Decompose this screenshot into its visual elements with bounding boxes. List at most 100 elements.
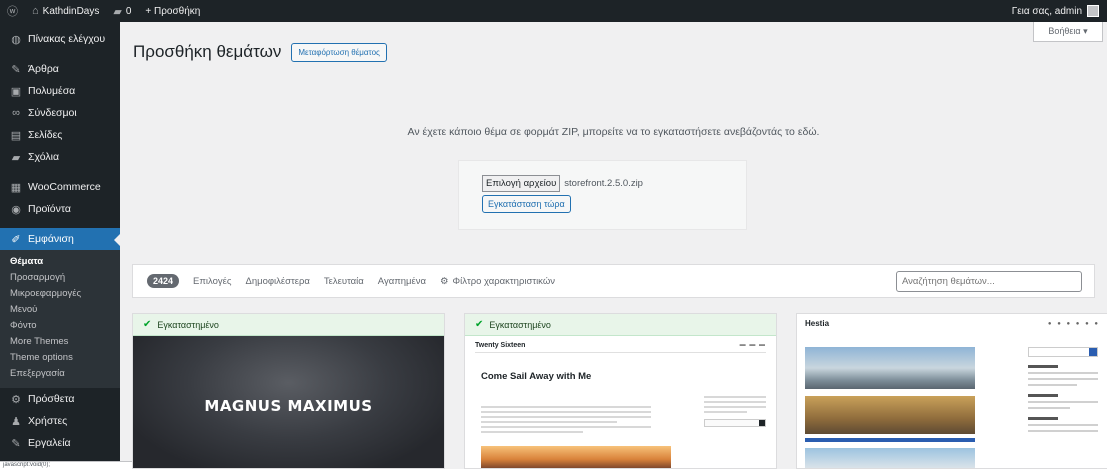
- sidebar-item-dashboard[interactable]: ◍ Πίνακας ελέγχου: [0, 28, 120, 50]
- installed-notice: ✔ Εγκαταστημένο: [133, 314, 444, 336]
- filter-popular[interactable]: Δημοφιλέστερα: [246, 276, 310, 287]
- choose-file-button[interactable]: Επιλογή αρχείου: [482, 175, 561, 192]
- sidebar-item-label: Εμφάνιση: [28, 233, 74, 245]
- tools-icon: ✎: [11, 437, 21, 450]
- submenu-item-theme-options[interactable]: Theme options: [0, 350, 120, 366]
- screenshot-nav: ▬ ▬ ▬: [739, 342, 766, 348]
- screenshot-post-title: Come Sail Away with Me: [481, 371, 592, 382]
- wordpress-logo-button[interactable]: ⓦ: [0, 0, 25, 22]
- selected-file-name: storefront.2.5.0.zip: [564, 178, 643, 189]
- heading-row: Προσθήκη θεμάτων Μεταφόρτωση θέματος: [133, 42, 387, 62]
- screenshot-sidebar: [704, 396, 766, 427]
- installed-label: Εγκαταστημένο: [157, 319, 219, 330]
- comments-icon: ▰: [11, 151, 21, 164]
- site-name-link[interactable]: ⌂ KathdinDays: [25, 0, 106, 22]
- screenshot-header: Twenty Sixteen ▬ ▬ ▬: [475, 342, 766, 353]
- sidebar-item-label: Προϊόντα: [28, 203, 71, 215]
- theme-card[interactable]: ✔ Εγκαταστημένο MAGNUS MAXIMUS: [132, 313, 445, 469]
- sidebar-item-media[interactable]: ▣ Πολυμέσα: [0, 80, 120, 102]
- submenu-item-background[interactable]: Φόντο: [0, 318, 120, 334]
- sidebar-item-appearance[interactable]: ✐ Εμφάνιση: [0, 228, 120, 250]
- sidebar-item-label: Πίνακας ελέγχου: [28, 33, 106, 45]
- submenu-item-menus[interactable]: Μενού: [0, 302, 120, 318]
- dashboard-icon: ◍: [11, 33, 21, 46]
- theme-screenshot: Hestia ● ● ● ● ● ●: [797, 314, 1107, 468]
- screenshot-brand: Twenty Sixteen: [475, 342, 526, 349]
- theme-card[interactable]: Hestia ● ● ● ● ● ●: [796, 313, 1107, 469]
- theme-count-badge: 2424: [147, 274, 180, 288]
- plugins-icon: ⚙: [11, 393, 21, 406]
- appearance-submenu: Θέματα Προσαρμογή Μικροεφαρμογές Μενού Φ…: [0, 250, 120, 388]
- file-row: Επιλογή αρχείου storefront.2.5.0.zip: [482, 175, 746, 192]
- greeting: Γεια σας, admin: [1011, 5, 1082, 17]
- screenshot-text-lines: [481, 406, 651, 436]
- sidebar-item-pages[interactable]: ▤ Σελίδες: [0, 124, 120, 146]
- sidebar-item-label: Χρήστες: [28, 415, 68, 427]
- checkmark-icon: ✔: [143, 319, 152, 330]
- theme-screenshot: MAGNUS MAXIMUS: [133, 336, 444, 468]
- theme-filter-bar: 2424 Επιλογές Δημοφιλέστερα Τελευταία Αγ…: [132, 264, 1095, 298]
- new-content-link[interactable]: + Προσθήκη: [138, 0, 207, 22]
- sidebar-item-tools[interactable]: ✎ Εργαλεία: [0, 432, 120, 454]
- sidebar-item-users[interactable]: ♟ Χρήστες: [0, 410, 120, 432]
- sidebar-item-posts[interactable]: ✎ Άρθρα: [0, 58, 120, 80]
- sidebar-item-label: Σελίδες: [28, 129, 63, 141]
- filter-favorites[interactable]: Αγαπημένα: [378, 276, 426, 287]
- submenu-item-widgets[interactable]: Μικροεφαρμογές: [0, 286, 120, 302]
- upload-instructions: Αν έχετε κάποιο θέμα σε φορμάτ ZIP, μπορ…: [407, 126, 820, 138]
- filter-featured[interactable]: Επιλογές: [193, 276, 231, 287]
- pages-icon: ▤: [10, 129, 22, 142]
- appearance-icon: ✐: [11, 233, 21, 246]
- products-icon: ◉: [11, 203, 21, 216]
- main-content: Βοήθεια ▾ Προσθήκη θεμάτων Μεταφόρτωση θ…: [120, 22, 1107, 469]
- submenu-item-editor[interactable]: Επεξεργασία: [0, 366, 120, 382]
- sidebar-item-links[interactable]: ∞ Σύνδεσμοι: [0, 102, 120, 124]
- checkmark-icon: ✔: [475, 319, 484, 330]
- sidebar-item-label: Άρθρα: [28, 63, 59, 75]
- media-icon: ▣: [10, 85, 22, 98]
- admin-bar: ⓦ ⌂ KathdinDays ▰ 0 + Προσθήκη Γεια σας,…: [0, 0, 1107, 22]
- screenshot-image: [805, 396, 975, 434]
- avatar: [1087, 5, 1099, 17]
- sidebar-item-woocommerce[interactable]: ▦ WooCommerce: [0, 176, 120, 198]
- theme-search-input[interactable]: [896, 271, 1082, 292]
- screenshot-header: Hestia ● ● ● ● ● ●: [805, 319, 1100, 328]
- feature-filter-label: Φίλτρο χαρακτηριστικών: [452, 275, 555, 287]
- upload-theme-button[interactable]: Μεταφόρτωση θέματος: [291, 42, 387, 62]
- comments-link[interactable]: ▰ 0: [106, 0, 138, 22]
- wordpress-logo-icon: ⓦ: [7, 6, 18, 18]
- screenshot-image: [481, 446, 671, 468]
- page-title: Προσθήκη θεμάτων: [133, 42, 282, 61]
- home-icon: ⌂: [32, 5, 39, 17]
- submenu-item-themes[interactable]: Θέματα: [0, 254, 120, 270]
- sidebar-item-plugins[interactable]: ⚙ Πρόσθετα: [0, 388, 120, 410]
- installed-label: Εγκαταστημένο: [489, 319, 551, 330]
- sidebar-item-label: Εργαλεία: [28, 437, 71, 449]
- sidebar-item-comments[interactable]: ▰ Σχόλια: [0, 146, 120, 168]
- install-now-button[interactable]: Εγκατάσταση τώρα: [482, 195, 571, 213]
- filter-latest[interactable]: Τελευταία: [324, 276, 364, 287]
- screenshot-divider: [805, 438, 975, 442]
- installed-notice: ✔ Εγκαταστημένο: [465, 314, 776, 336]
- pin-icon: ✎: [11, 63, 21, 76]
- admin-sidebar: ◍ Πίνακας ελέγχου ✎ Άρθρα ▣ Πολυμέσα ∞ Σύνδε…: [0, 22, 120, 469]
- submenu-item-customize[interactable]: Προσαρμογή: [0, 270, 120, 286]
- sidebar-item-label: Πρόσθετα: [28, 393, 75, 405]
- screenshot-brand: Hestia: [805, 319, 830, 328]
- theme-screenshot: Twenty Sixteen ▬ ▬ ▬ Come Sail Away with…: [465, 336, 776, 468]
- help-tab-button[interactable]: Βοήθεια ▾: [1033, 22, 1103, 42]
- theme-card[interactable]: ✔ Εγκαταστημένο Twenty Sixteen ▬ ▬ ▬ Com…: [464, 313, 777, 469]
- sidebar-item-label: Πολυμέσα: [28, 85, 76, 97]
- sidebar-item-products[interactable]: ◉ Προϊόντα: [0, 198, 120, 220]
- upload-form: Επιλογή αρχείου storefront.2.5.0.zip Εγκ…: [458, 160, 747, 230]
- site-name: KathdinDays: [42, 5, 100, 17]
- sidebar-item-label: WooCommerce: [28, 181, 101, 193]
- screenshot-sidebar: [1028, 347, 1098, 432]
- comment-icon: ▰: [113, 5, 122, 18]
- submenu-item-more-themes[interactable]: More Themes: [0, 334, 120, 350]
- links-icon: ∞: [12, 107, 20, 119]
- sidebar-item-label: Σύνδεσμοι: [28, 107, 77, 119]
- account-menu[interactable]: Γεια σας, admin: [1012, 5, 1107, 17]
- screenshot-image: [805, 448, 975, 468]
- feature-filter-button[interactable]: ⚙ Φίλτρο χαρακτηριστικών: [440, 276, 555, 287]
